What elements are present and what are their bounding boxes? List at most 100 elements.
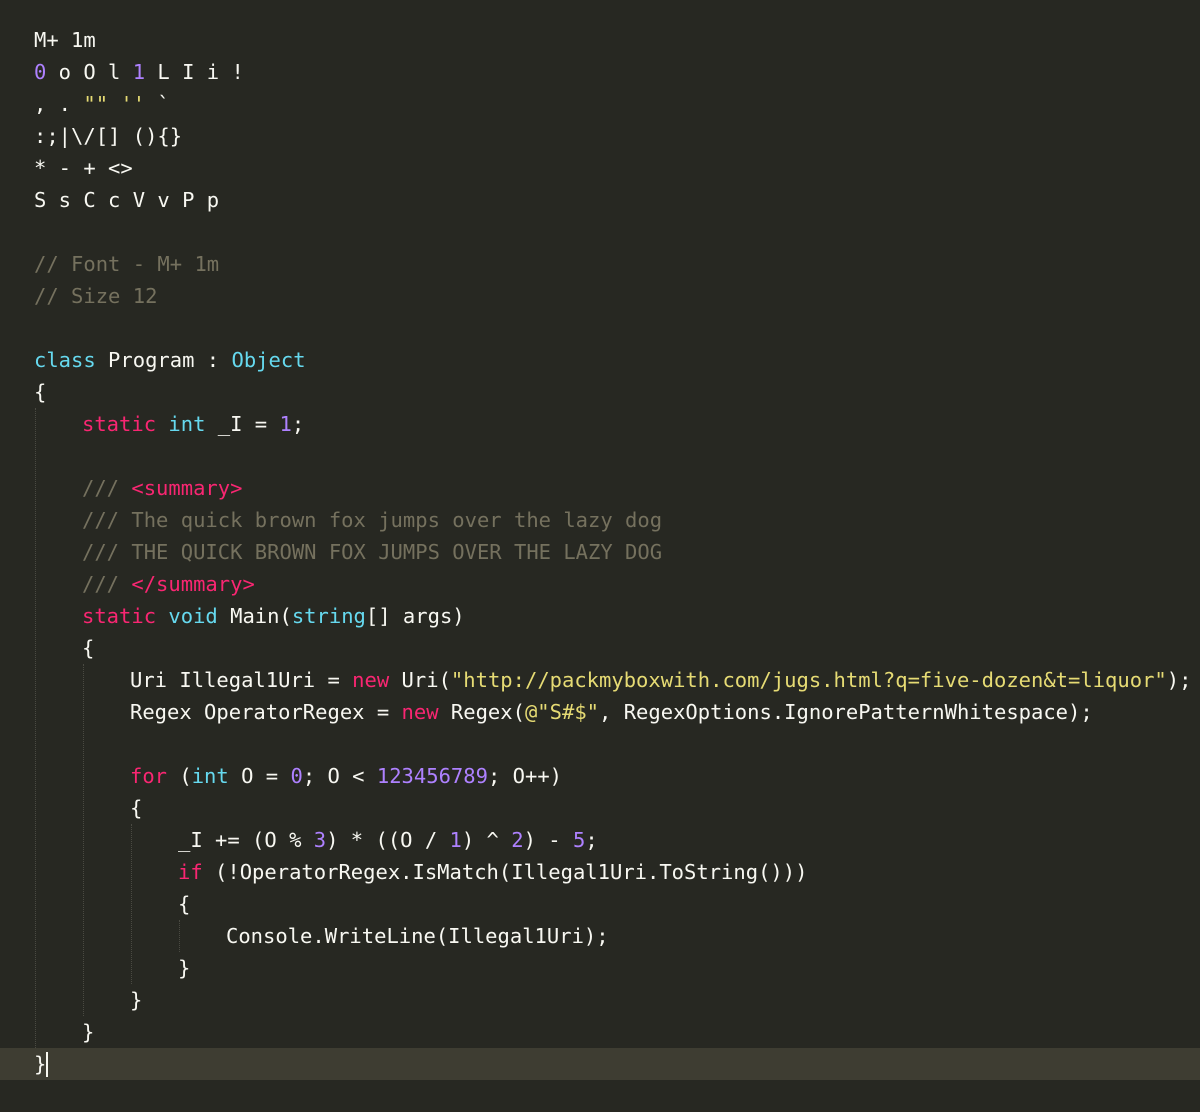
code-token-type: int	[168, 412, 206, 436]
code-token-number: 1	[449, 828, 462, 852]
code-token-number: 2	[511, 828, 524, 852]
code-line[interactable]: {	[0, 792, 1200, 824]
code-token-plain: ) * ((O /	[326, 828, 450, 852]
code-line[interactable]: for (int O = 0; O < 123456789; O++)	[0, 760, 1200, 792]
code-line-text: {	[178, 888, 190, 920]
code-token-string: @"S#$"	[524, 700, 600, 724]
code-line-text: }	[34, 1048, 46, 1080]
code-token-keyword: new	[352, 668, 390, 692]
code-token-type: Object	[231, 348, 306, 372]
code-line[interactable]: }	[0, 952, 1200, 984]
code-line-text: /// THE QUICK BROWN FOX JUMPS OVER THE L…	[82, 536, 662, 568]
code-token-plain: `	[145, 92, 170, 116]
code-line[interactable]: :;|\/[] (){}	[0, 120, 1200, 152]
code-line-text: {	[34, 376, 46, 408]
code-token-comment: // Size 12	[34, 284, 158, 308]
code-editor[interactable]: M+ 1m 0 o O l 1 L I i !, . "" '' `:;|\/[]…	[0, 0, 1200, 1112]
code-token-plain: , .	[34, 92, 84, 116]
code-line[interactable]: /// </summary>	[0, 568, 1200, 600]
code-token-plain: }	[34, 1052, 47, 1076]
code-line[interactable]	[0, 216, 1200, 248]
code-line[interactable]: Console.WriteLine(Illegal1Uri);	[0, 920, 1200, 952]
indent-guide	[35, 408, 36, 1048]
code-token-plain: (	[167, 764, 192, 788]
code-line[interactable]: M+ 1m	[0, 24, 1200, 56]
code-token-plain: );	[1166, 668, 1192, 692]
code-line-text: if (!OperatorRegex.IsMatch(Illegal1Uri.T…	[178, 856, 807, 888]
code-token-number: 3	[313, 828, 327, 852]
code-token-plain: ) ^	[461, 828, 512, 852]
code-line-text: }	[130, 984, 142, 1016]
code-line[interactable]: static int _I = 1;	[0, 408, 1200, 440]
code-line[interactable]: /// THE QUICK BROWN FOX JUMPS OVER THE L…	[0, 536, 1200, 568]
code-token-plain: , RegexOptions.IgnorePatternWhitespace);	[599, 700, 1093, 724]
code-line[interactable]: , . "" '' `	[0, 88, 1200, 120]
code-line-text: static int _I = 1;	[82, 408, 304, 440]
code-line-text: :;|\/[] (){}	[34, 120, 182, 152]
code-token-plain: _I =	[205, 412, 280, 436]
code-line[interactable]: // Font - M+ 1m	[0, 248, 1200, 280]
code-line[interactable]: * - + <>	[0, 152, 1200, 184]
code-line-text: for (int O = 0; O < 123456789; O++)	[130, 760, 562, 792]
code-line[interactable]: // Size 12	[0, 280, 1200, 312]
code-line[interactable]: }	[0, 984, 1200, 1016]
code-line[interactable]: {	[0, 888, 1200, 920]
code-token-plain: ;	[291, 412, 305, 436]
code-line[interactable]: static void Main(string[] args)	[0, 600, 1200, 632]
code-token-comment: /// THE QUICK BROWN FOX JUMPS OVER THE L…	[82, 540, 663, 564]
indent-guide	[179, 920, 180, 952]
code-token-plain: ) -	[523, 828, 573, 852]
code-token-plain: {	[34, 380, 47, 404]
code-token-plain: ; O <	[302, 764, 377, 788]
code-token-plain: Main(	[217, 604, 292, 628]
code-token-plain: ; O++)	[487, 764, 563, 788]
code-line-text: class Program : Object	[34, 344, 306, 376]
code-token-number: 123456789	[376, 764, 488, 788]
code-token-keyword: if	[178, 860, 203, 884]
code-token-keyword: static	[82, 604, 157, 628]
code-line[interactable]: /// The quick brown fox jumps over the l…	[0, 504, 1200, 536]
code-token-number: 1	[132, 60, 146, 84]
code-line[interactable]: {	[0, 632, 1200, 664]
code-token-plain: }	[178, 956, 191, 980]
code-line[interactable]: Regex OperatorRegex = new Regex(@"S#$", …	[0, 696, 1200, 728]
code-token-number: 5	[572, 828, 586, 852]
code-line[interactable]: Uri Illegal1Uri = new Uri("http://packmy…	[0, 664, 1200, 696]
code-token-keyword: </summary>	[131, 572, 255, 596]
code-token-type: void	[168, 604, 218, 628]
code-line-text: // Font - M+ 1m	[34, 248, 219, 280]
code-token-number: 0	[290, 764, 303, 788]
code-line[interactable]: }	[0, 1048, 1200, 1080]
code-token-plain: * - + <>	[34, 156, 133, 180]
text-cursor	[46, 1052, 48, 1077]
code-token-plain: S s C c V v P p	[34, 188, 220, 212]
code-token-keyword: static	[82, 412, 157, 436]
code-line-text: static void Main(string[] args)	[82, 600, 465, 632]
code-line[interactable]	[0, 312, 1200, 344]
code-line[interactable]: S s C c V v P p	[0, 184, 1200, 216]
code-token-plain: {	[82, 636, 95, 660]
code-token-plain: [] args)	[365, 604, 465, 628]
code-line[interactable]: /// <summary>	[0, 472, 1200, 504]
code-token-comment: ///	[82, 572, 132, 596]
code-line[interactable]: 0 o O l 1 L I i !	[0, 56, 1200, 88]
code-token-plain: Program :	[95, 348, 232, 372]
code-token-type: class	[34, 348, 96, 372]
code-token-plain: {	[178, 892, 191, 916]
code-token-comment: ///	[82, 476, 132, 500]
code-token-plain: O =	[228, 764, 291, 788]
code-line-text: Console.WriteLine(Illegal1Uri);	[226, 920, 609, 952]
code-line[interactable]	[0, 728, 1200, 760]
code-line[interactable]: _I += (O % 3) * ((O / 1) ^ 2) - 5;	[0, 824, 1200, 856]
code-line-text: /// <summary>	[82, 472, 242, 504]
code-line[interactable]: {	[0, 376, 1200, 408]
code-line[interactable]: if (!OperatorRegex.IsMatch(Illegal1Uri.T…	[0, 856, 1200, 888]
code-line[interactable]: }	[0, 1016, 1200, 1048]
code-line[interactable]	[0, 440, 1200, 472]
code-line[interactable]: class Program : Object	[0, 344, 1200, 376]
code-line-text: Regex OperatorRegex = new Regex(@"S#$", …	[130, 696, 1093, 728]
code-line-text: // Size 12	[34, 280, 157, 312]
code-line-text: S s C c V v P p	[34, 184, 219, 216]
